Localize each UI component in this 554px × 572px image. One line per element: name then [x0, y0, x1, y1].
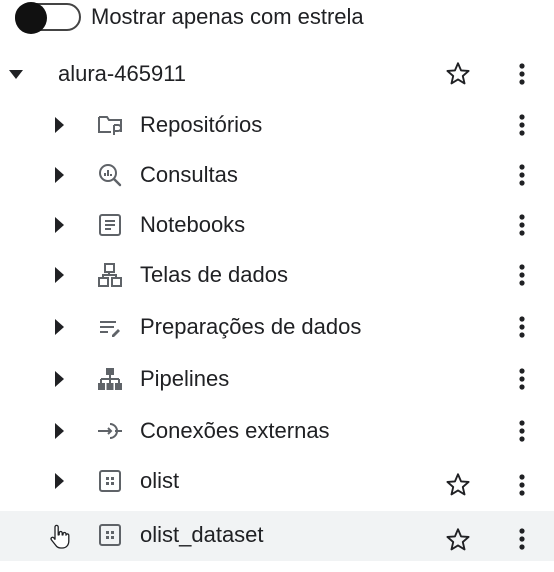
expand-arrow-icon[interactable]: [55, 117, 64, 133]
expand-arrow-icon[interactable]: [55, 217, 64, 233]
tree-item-label[interactable]: olist_dataset: [140, 522, 264, 548]
starred-filter-row: Mostrar apenas com estrela: [0, 0, 554, 40]
notebook-icon: [99, 214, 121, 236]
expand-arrow-icon[interactable]: [55, 423, 64, 439]
tree-item-label[interactable]: olist: [140, 468, 179, 494]
more-options-icon[interactable]: [510, 471, 534, 499]
tree-item-label[interactable]: Telas de dados: [140, 262, 288, 288]
dataset-icon: [99, 524, 121, 546]
tree-item-queries[interactable]: Consultas: [0, 150, 554, 200]
expand-arrow-icon[interactable]: [55, 267, 64, 283]
pipeline-icon: [98, 368, 122, 390]
starred-filter-toggle[interactable]: [15, 2, 81, 34]
tree-item-label[interactable]: Conexões externas: [140, 418, 330, 444]
more-options-icon[interactable]: [510, 211, 534, 239]
more-options-icon[interactable]: [510, 525, 534, 553]
collapse-arrow-icon[interactable]: [9, 70, 23, 79]
tree-item-label[interactable]: Consultas: [140, 162, 238, 188]
more-options-icon[interactable]: [510, 60, 534, 88]
tree-item-data-preparations[interactable]: Preparações de dados: [0, 302, 554, 352]
toggle-knob: [15, 2, 47, 34]
project-name[interactable]: alura-465911: [58, 61, 186, 87]
more-options-icon[interactable]: [510, 111, 534, 139]
tree-item-notebooks[interactable]: Notebooks: [0, 200, 554, 250]
expand-arrow-icon[interactable]: [55, 319, 64, 335]
more-options-icon[interactable]: [510, 365, 534, 393]
tree-item-label[interactable]: Pipelines: [140, 366, 229, 392]
tree-item-data-canvases[interactable]: Telas de dados: [0, 250, 554, 300]
tree-item-label[interactable]: Preparações de dados: [140, 314, 361, 340]
repository-icon: [98, 116, 122, 135]
tree-item-olist[interactable]: olist: [0, 456, 554, 506]
expand-arrow-icon[interactable]: [55, 371, 64, 387]
starred-filter-label: Mostrar apenas com estrela: [91, 4, 364, 29]
tree-item-olist-dataset[interactable]: olist_dataset: [0, 511, 554, 561]
star-icon[interactable]: [444, 526, 472, 554]
data-preparation-icon: [100, 321, 120, 337]
dataset-icon: [99, 470, 121, 492]
star-icon[interactable]: [444, 471, 472, 499]
tree-item-label[interactable]: Repositórios: [140, 112, 262, 138]
more-options-icon[interactable]: [510, 161, 534, 189]
more-options-icon[interactable]: [510, 261, 534, 289]
expand-arrow-icon[interactable]: [55, 473, 64, 489]
more-options-icon[interactable]: [510, 313, 534, 341]
more-options-icon[interactable]: [510, 417, 534, 445]
tree-item-external-connections[interactable]: Conexões externas: [0, 406, 554, 456]
tree-item-label[interactable]: Notebooks: [140, 212, 245, 238]
expand-arrow-icon[interactable]: [55, 167, 64, 183]
project-row[interactable]: alura-465911: [0, 49, 554, 99]
external-connection-icon: [98, 423, 122, 439]
tree-item-repositories[interactable]: Repositórios: [0, 100, 554, 150]
query-icon: [99, 164, 122, 187]
hand-pointer-cursor-icon: [50, 524, 70, 549]
star-icon[interactable]: [444, 60, 472, 88]
data-canvas-icon: [98, 263, 122, 287]
tree-item-pipelines[interactable]: Pipelines: [0, 354, 554, 404]
